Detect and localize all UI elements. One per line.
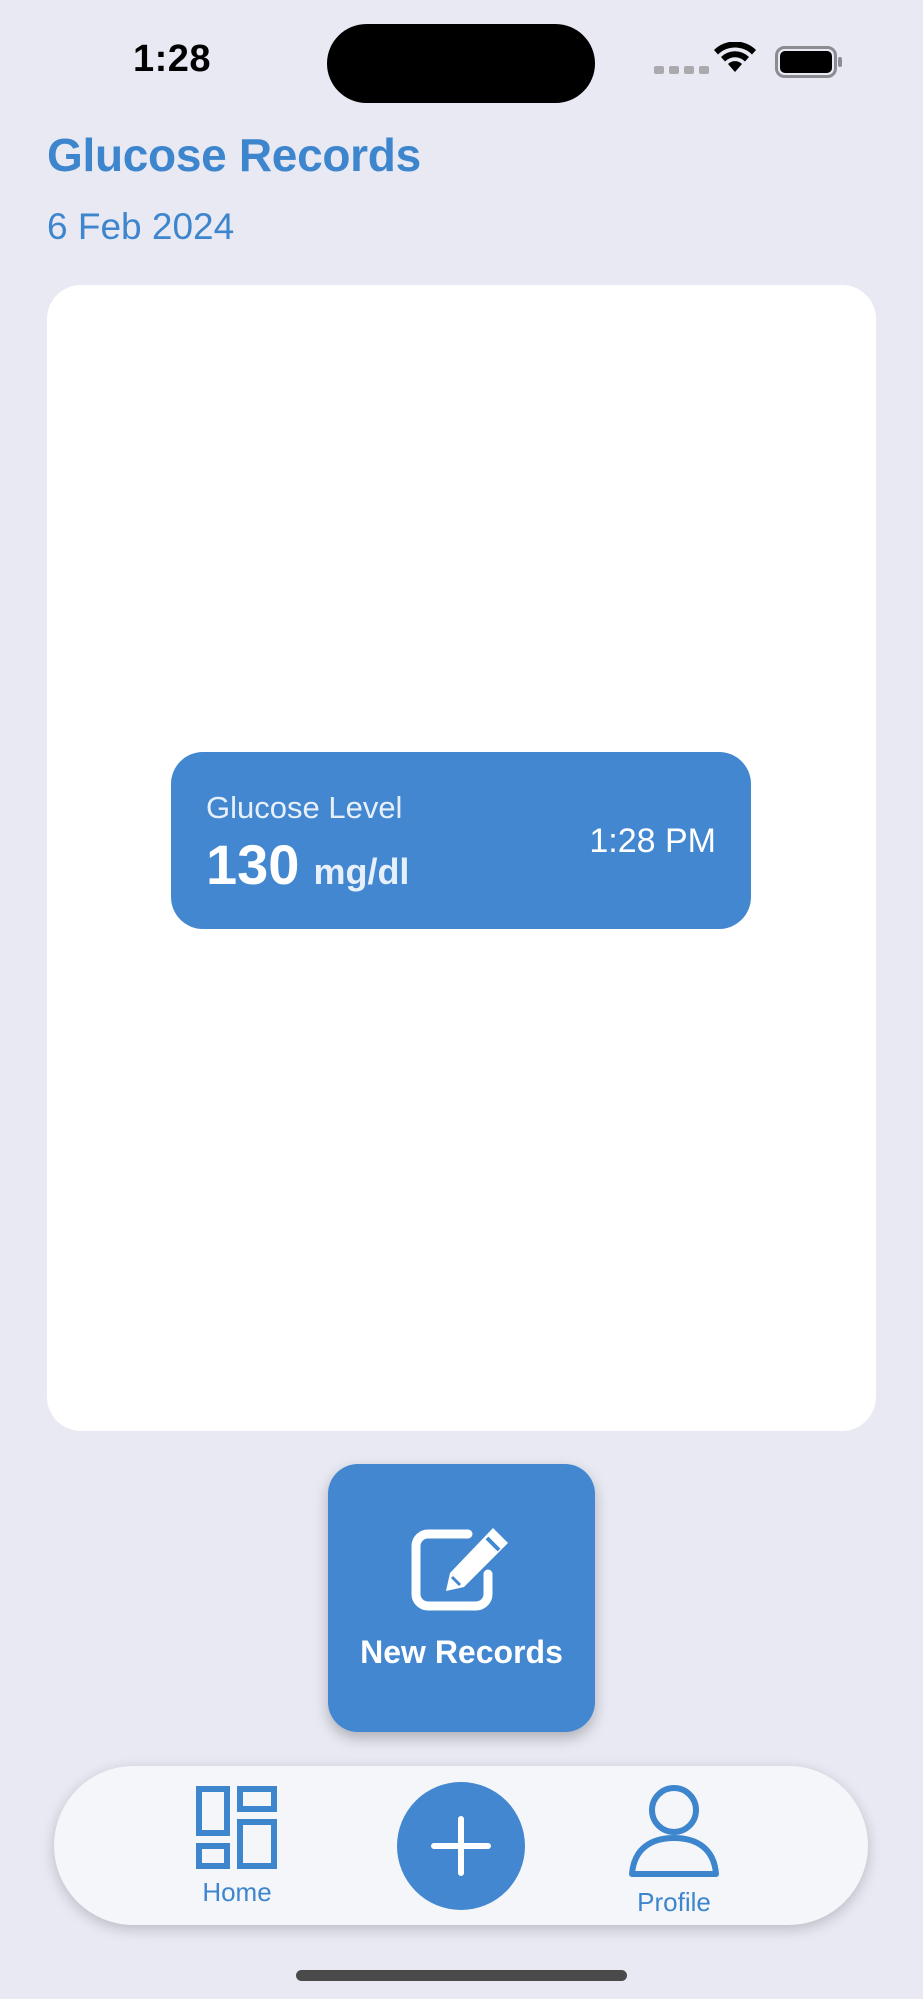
tab-profile[interactable]: Profile [614, 1784, 734, 1918]
tab-bar: Home Profile [54, 1766, 868, 1925]
glucose-value: 130 [206, 833, 300, 896]
home-indicator[interactable] [296, 1970, 627, 1981]
battery-icon [775, 46, 842, 78]
person-icon [629, 1785, 719, 1877]
tab-home-label: Home [202, 1877, 272, 1907]
plus-icon [431, 1816, 491, 1876]
glucose-label: Glucose Level [206, 790, 403, 825]
add-button[interactable] [397, 1782, 525, 1910]
tab-profile-label: Profile [637, 1887, 711, 1917]
glucose-time: 1:28 PM [589, 822, 716, 860]
edit-icon [411, 1528, 508, 1611]
wifi-icon [714, 42, 756, 72]
status-time: 1:28 [133, 38, 212, 80]
cellular-signal-icon [654, 66, 709, 74]
new-records-button[interactable]: New Records [328, 1464, 595, 1732]
page-date: 6 Feb 2024 [47, 206, 235, 247]
tab-home[interactable]: Home [174, 1786, 300, 1908]
glucose-reading: 130 mg/dl [206, 832, 409, 897]
status-bar: 1:28 [0, 0, 923, 120]
dynamic-island [327, 24, 595, 103]
dashboard-icon [196, 1786, 277, 1869]
page-title: Glucose Records [47, 129, 421, 181]
glucose-unit: mg/dl [313, 851, 410, 892]
glucose-record-card[interactable]: Glucose Level 130 mg/dl 1:28 PM [171, 752, 751, 929]
new-records-label: New Records [360, 1634, 563, 1670]
